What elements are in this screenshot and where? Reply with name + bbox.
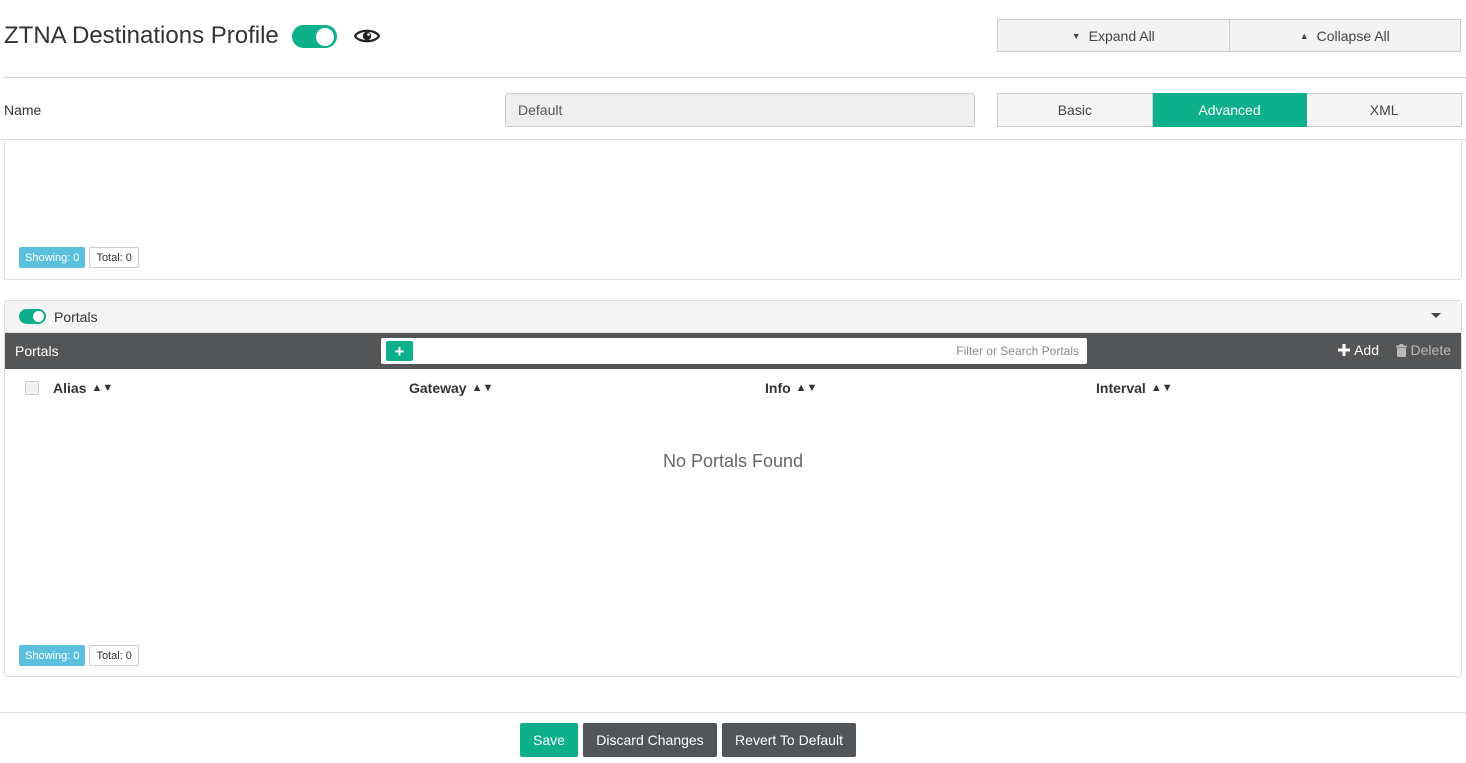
- expand-all-button[interactable]: ▼ Expand All: [997, 19, 1230, 52]
- caret-down-icon: ▼: [1071, 30, 1081, 41]
- search-box: +: [381, 338, 1087, 364]
- page-header: ZTNA Destinations Profile ▼ Expand All ▲…: [0, 0, 1466, 78]
- page-title: ZTNA Destinations Profile: [4, 22, 279, 49]
- portals-heading-label: Portals: [54, 309, 98, 325]
- revert-to-default-button[interactable]: Revert To Default: [722, 723, 856, 757]
- record-counter: Showing: 0 Total: 0: [19, 645, 139, 666]
- showing-badge: Showing: 0: [19, 247, 86, 268]
- profile-enabled-toggle[interactable]: [292, 25, 337, 48]
- total-badge: Total: 0: [89, 247, 139, 268]
- column-header-gateway[interactable]: Gateway ▲▼: [409, 380, 493, 396]
- add-portal-button[interactable]: Add: [1338, 342, 1379, 358]
- sort-icon: ▲▼: [91, 382, 114, 394]
- eye-icon[interactable]: [354, 26, 380, 46]
- table-header-row: Alias ▲▼ Gateway ▲▼ Info ▲▼ Interval ▲▼: [5, 369, 1461, 407]
- name-label: Name: [4, 102, 42, 118]
- trash-icon: [1395, 343, 1407, 357]
- footer-divider: [0, 712, 1466, 713]
- column-header-label: Interval: [1096, 380, 1146, 396]
- portals-grid-toolbar: Portals + Add Delete: [5, 333, 1461, 369]
- sort-icon: ▲▼: [795, 382, 818, 394]
- grid-title: Portals: [15, 343, 59, 359]
- search-input[interactable]: [417, 338, 1081, 364]
- column-header-label: Info: [765, 380, 791, 396]
- add-label: Add: [1354, 342, 1379, 358]
- save-button[interactable]: Save: [520, 723, 578, 757]
- advanced-mode-button[interactable]: Advanced: [1152, 93, 1308, 127]
- column-header-interval[interactable]: Interval ▲▼: [1096, 380, 1173, 396]
- empty-state-message: No Portals Found: [662, 451, 804, 471]
- plus-icon: [1338, 344, 1351, 356]
- expand-all-label: Expand All: [1088, 27, 1155, 44]
- select-all-checkbox[interactable]: [25, 381, 39, 395]
- portals-panel-heading[interactable]: Portals: [5, 301, 1461, 333]
- name-row: Name Basic Advanced XML: [0, 78, 1466, 140]
- plus-icon[interactable]: +: [386, 341, 413, 361]
- discard-changes-button[interactable]: Discard Changes: [583, 723, 717, 757]
- column-header-label: Gateway: [409, 380, 467, 396]
- record-counter: Showing: 0 Total: 0: [19, 247, 139, 268]
- chevron-down-icon[interactable]: [1431, 313, 1441, 318]
- column-header-info[interactable]: Info ▲▼: [765, 380, 817, 396]
- collapse-all-button[interactable]: ▲ Collapse All: [1229, 19, 1461, 52]
- portals-enabled-toggle[interactable]: [19, 309, 46, 324]
- collapse-all-label: Collapse All: [1316, 27, 1390, 44]
- view-mode-group: Basic Advanced XML: [997, 93, 1463, 127]
- xml-mode-button[interactable]: XML: [1307, 93, 1463, 127]
- sort-icon: ▲▼: [471, 382, 494, 394]
- column-header-alias[interactable]: Alias ▲▼: [53, 380, 113, 396]
- name-input[interactable]: [505, 93, 975, 127]
- sort-icon: ▲▼: [1150, 382, 1173, 394]
- column-header-label: Alias: [53, 380, 87, 396]
- previous-section-panel: Showing: 0 Total: 0: [4, 140, 1462, 280]
- delete-portal-button[interactable]: Delete: [1395, 342, 1451, 358]
- expand-collapse-group: ▼ Expand All ▲ Collapse All: [997, 19, 1461, 52]
- caret-up-icon: ▲: [1299, 30, 1309, 41]
- basic-mode-button[interactable]: Basic: [997, 93, 1153, 127]
- delete-label: Delete: [1410, 342, 1451, 358]
- showing-badge: Showing: 0: [19, 645, 86, 666]
- total-badge: Total: 0: [89, 645, 139, 666]
- portals-panel: Portals Portals + Add Delete Alia: [4, 300, 1462, 677]
